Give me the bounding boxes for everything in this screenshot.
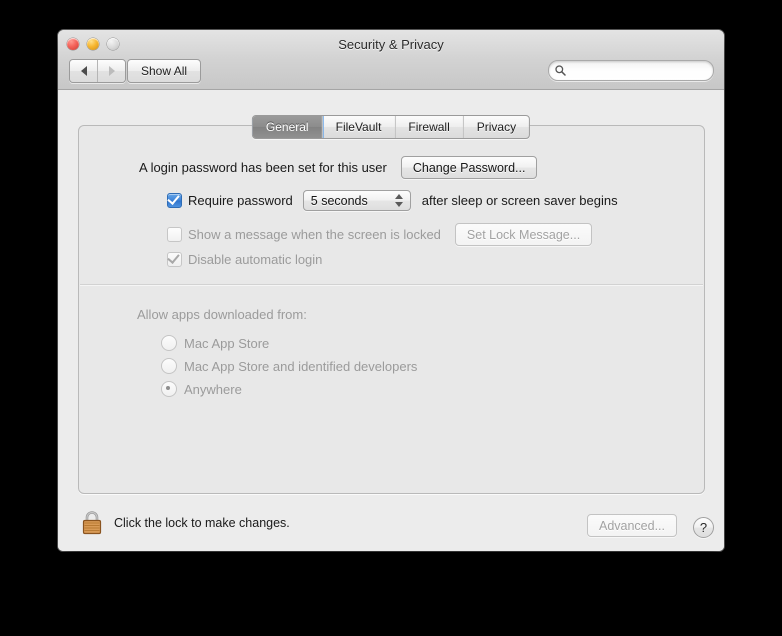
allow-apps-heading-row: Allow apps downloaded from: xyxy=(137,307,307,322)
radio-anywhere xyxy=(161,381,177,397)
checkmark-icon xyxy=(167,251,180,264)
forward-arrow-icon xyxy=(108,66,115,76)
lock-message-label: Show a message when the screen is locked xyxy=(188,227,441,242)
show-all-label: Show All xyxy=(141,64,188,78)
help-button[interactable]: ? xyxy=(693,517,714,538)
lock-message-row: Show a message when the screen is locked… xyxy=(167,223,593,246)
lock-row: Click the lock to make changes. xyxy=(80,509,290,537)
tab-general[interactable]: General xyxy=(252,116,322,138)
change-password-label: Change Password... xyxy=(412,160,526,175)
set-lock-message-label: Set Lock Message... xyxy=(466,227,581,242)
back-arrow-icon xyxy=(80,66,87,76)
tab-filevault[interactable]: FileVault xyxy=(321,116,395,138)
require-password-suffix: after sleep or screen saver begins xyxy=(421,193,618,208)
disable-auto-login-checkbox xyxy=(167,251,182,267)
stepper-arrows-icon xyxy=(394,194,403,207)
radio-mac-app-store xyxy=(161,335,177,351)
tab-firewall-label: Firewall xyxy=(408,120,450,134)
change-password-button[interactable]: Change Password... xyxy=(400,156,538,179)
radio-mac-app-store-label: Mac App Store xyxy=(184,335,270,351)
window-titlebar: Security & Privacy Show All xyxy=(58,30,724,90)
tab-privacy-label: Privacy xyxy=(476,120,517,134)
search-input[interactable] xyxy=(569,63,693,78)
allow-apps-option-anywhere: Anywhere xyxy=(161,381,242,397)
desktop-background: Security & Privacy Show All General File… xyxy=(0,0,782,636)
tab-firewall[interactable]: Firewall xyxy=(394,116,462,138)
require-password-label: Require password xyxy=(188,193,293,208)
navigation-segmented-control xyxy=(69,59,126,83)
tab-privacy[interactable]: Privacy xyxy=(462,116,529,138)
back-button[interactable] xyxy=(70,60,97,82)
section-divider xyxy=(80,284,703,286)
tab-bar: General FileVault Firewall Privacy xyxy=(251,115,531,139)
advanced-label: Advanced... xyxy=(598,518,665,533)
allow-apps-option-identified-developers: Mac App Store and identified developers xyxy=(161,358,417,374)
require-password-checkbox[interactable] xyxy=(167,192,182,208)
require-password-delay-popup[interactable]: 5 seconds xyxy=(302,190,411,211)
checkmark-icon xyxy=(167,192,180,205)
allow-apps-heading: Allow apps downloaded from: xyxy=(137,307,307,322)
show-all-button[interactable]: Show All xyxy=(127,59,202,83)
window-title: Security & Privacy xyxy=(338,37,444,52)
advanced-button: Advanced... xyxy=(586,514,677,537)
lock-message-checkbox xyxy=(167,227,182,242)
set-lock-message-button: Set Lock Message... xyxy=(454,223,593,246)
disable-auto-login-label: Disable automatic login xyxy=(188,252,323,267)
forward-button xyxy=(97,60,125,82)
radio-identified-developers-label: Mac App Store and identified developers xyxy=(184,358,418,374)
closed-padlock-icon[interactable] xyxy=(80,509,104,537)
radio-selected-dot-icon xyxy=(166,386,170,390)
login-password-status: A login password has been set for this u… xyxy=(139,160,387,175)
general-tab-panel: A login password has been set for this u… xyxy=(78,125,705,494)
lock-instruction-label: Click the lock to make changes. xyxy=(114,516,290,530)
require-password-row: Require password 5 seconds after sleep o… xyxy=(167,190,618,211)
window-body: General FileVault Firewall Privacy A log… xyxy=(58,90,724,551)
radio-identified-developers xyxy=(161,358,177,374)
allow-apps-option-mac-app-store: Mac App Store xyxy=(161,335,269,351)
search-icon xyxy=(555,65,566,76)
tab-filevault-label: FileVault xyxy=(335,120,382,134)
search-field[interactable] xyxy=(548,60,714,81)
disable-auto-login-row: Disable automatic login xyxy=(167,251,323,267)
help-label: ? xyxy=(699,520,708,535)
tab-general-label: General xyxy=(265,120,309,134)
security-privacy-window: Security & Privacy Show All General File… xyxy=(58,30,724,551)
require-password-delay-value: 5 seconds xyxy=(310,193,368,208)
radio-anywhere-label: Anywhere xyxy=(184,381,242,397)
login-password-row: A login password has been set for this u… xyxy=(139,156,538,179)
